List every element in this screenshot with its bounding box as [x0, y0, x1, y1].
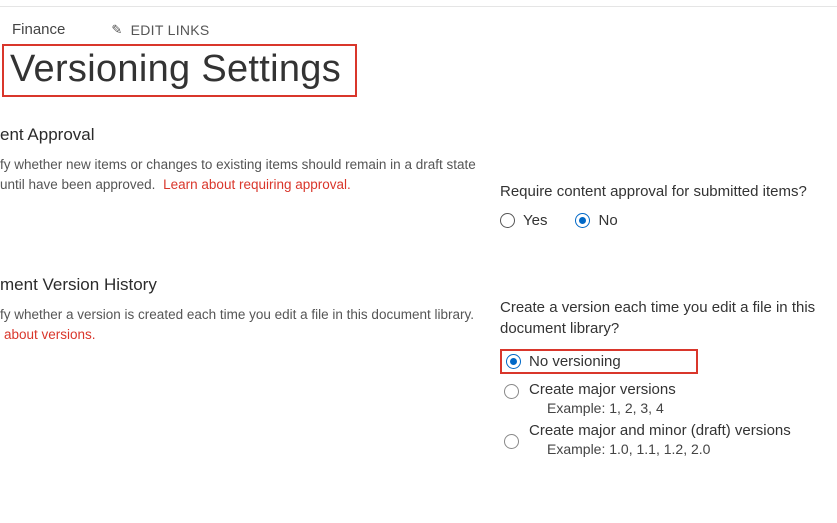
edit-links-label: EDIT LINKS	[131, 22, 210, 38]
version-minor-example: Example: 1.0, 1.1, 1.2, 2.0	[547, 441, 827, 457]
version-none-label: No versioning	[529, 353, 621, 370]
version-radio-none[interactable]: No versioning	[502, 353, 621, 370]
version-question: Create a version each time you edit a fi…	[500, 297, 827, 339]
breadcrumb-bar: Finance ✎ EDIT LINKS	[0, 21, 837, 38]
section-heading-approval: ent Approval	[0, 125, 480, 145]
page-title: Versioning Settings	[10, 48, 341, 91]
section-desc-version: fy whether a version is created each tim…	[0, 305, 480, 344]
version-desc-text: fy whether a version is created each tim…	[0, 307, 474, 322]
edit-links-button[interactable]: ✎ EDIT LINKS	[111, 22, 209, 38]
approval-help-link[interactable]: Learn about requiring approval.	[163, 177, 351, 192]
top-divider	[0, 6, 837, 7]
version-minor-label: Create major and minor (draft) versions	[529, 422, 791, 439]
approval-no-label: No	[598, 212, 617, 229]
section-desc-approval: fy whether new items or changes to exist…	[0, 155, 480, 194]
radio-icon	[504, 384, 519, 399]
version-radio-none-wrap: No versioning	[500, 349, 827, 374]
breadcrumb-site-link[interactable]: Finance	[12, 21, 65, 38]
approval-question: Require content approval for submitted i…	[500, 181, 827, 202]
version-none-highlight: No versioning	[500, 349, 698, 374]
version-radio-major[interactable]: Create major versions Example: 1, 2, 3, …	[500, 378, 827, 419]
approval-radio-yes[interactable]: Yes	[500, 212, 547, 229]
radio-icon	[504, 434, 519, 449]
section-heading-version: ment Version History	[0, 275, 480, 295]
pencil-icon: ✎	[111, 22, 122, 38]
radio-icon	[500, 213, 515, 228]
version-major-label: Create major versions	[529, 381, 676, 398]
version-radio-group: No versioning Create major versions Exam…	[500, 349, 827, 460]
radio-icon	[506, 354, 521, 369]
approval-yes-label: Yes	[523, 212, 547, 229]
section-content-approval: ent Approval fy whether new items or cha…	[0, 125, 837, 229]
version-help-link[interactable]: about versions.	[4, 327, 96, 342]
radio-icon	[575, 213, 590, 228]
approval-radio-no[interactable]: No	[575, 212, 617, 229]
page-title-highlight: Versioning Settings	[2, 44, 357, 97]
version-major-example: Example: 1, 2, 3, 4	[547, 400, 827, 416]
version-radio-minor[interactable]: Create major and minor (draft) versions …	[500, 419, 827, 460]
approval-radio-group: Yes No	[500, 212, 827, 229]
section-version-history: ment Version History fy whether a versio…	[0, 275, 837, 460]
